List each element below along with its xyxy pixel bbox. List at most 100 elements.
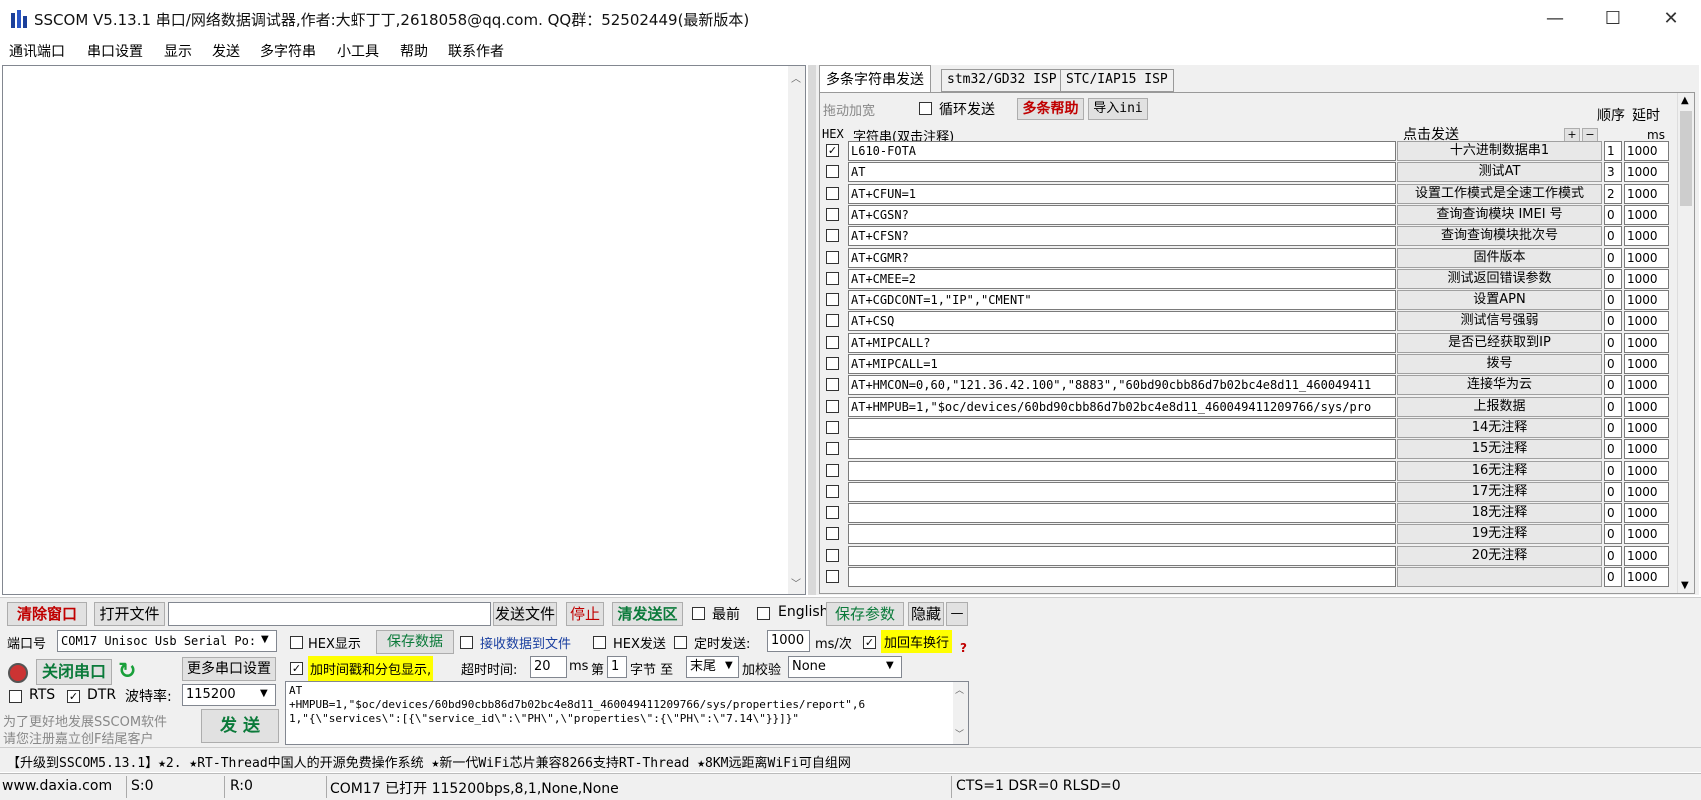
port-select[interactable]: COM17 Unisoc Usb Serial Po: xyxy=(57,630,277,652)
row-send-button[interactable]: 拨号 xyxy=(1397,354,1602,374)
row-hex-checkbox[interactable] xyxy=(826,570,839,583)
receive-area[interactable]: ︿ ﹀ xyxy=(2,65,806,595)
menu-item-contact[interactable]: 联系作者 xyxy=(448,41,504,61)
row-delay-input[interactable]: 1000 xyxy=(1624,311,1669,331)
chevron-down-icon[interactable]: ▼ xyxy=(260,688,268,699)
dtr-checkbox[interactable]: ✓ xyxy=(67,690,80,703)
row-hex-checkbox[interactable] xyxy=(826,251,839,264)
open-file-button[interactable]: 打开文件 xyxy=(94,602,165,626)
menu-item-multi-string[interactable]: 多字符串 xyxy=(260,41,316,61)
multi-help-button[interactable]: 多条帮助 xyxy=(1017,98,1084,120)
row-string-input[interactable] xyxy=(848,546,1396,566)
scroll-up-icon[interactable]: ︿ xyxy=(791,70,801,85)
row-string-input[interactable]: AT+MIPCALL? xyxy=(848,333,1396,353)
timed-send-checkbox[interactable] xyxy=(674,636,687,649)
row-send-button[interactable]: 测试信号强弱 xyxy=(1397,311,1602,331)
row-hex-checkbox[interactable] xyxy=(826,485,839,498)
row-send-button[interactable]: 设置APN xyxy=(1397,290,1602,310)
recv-to-file-checkbox[interactable] xyxy=(460,636,473,649)
add-crlf-checkbox[interactable]: ✓ xyxy=(863,636,876,649)
row-hex-checkbox[interactable] xyxy=(826,293,839,306)
row-order-input[interactable]: 0 xyxy=(1604,567,1622,587)
row-delay-input[interactable]: 1000 xyxy=(1624,439,1669,459)
row-order-input[interactable]: 0 xyxy=(1604,290,1622,310)
row-hex-checkbox[interactable] xyxy=(826,208,839,221)
row-hex-checkbox[interactable] xyxy=(826,336,839,349)
row-string-input[interactable] xyxy=(848,503,1396,523)
drag-widen-label[interactable]: 拖动加宽 xyxy=(823,100,875,119)
tab-stm32-isp[interactable]: stm32/GD32 ISP xyxy=(941,69,1063,92)
row-order-input[interactable]: 0 xyxy=(1604,354,1622,374)
row-string-input[interactable]: AT xyxy=(848,162,1396,182)
row-string-input[interactable]: AT+MIPCALL=1 xyxy=(848,354,1396,374)
save-params-button[interactable]: 保存参数 xyxy=(826,602,904,626)
row-string-input[interactable] xyxy=(848,418,1396,438)
menu-item-display[interactable]: 显示 xyxy=(164,41,192,61)
row-delay-input[interactable]: 1000 xyxy=(1624,461,1669,481)
row-order-input[interactable]: 0 xyxy=(1604,226,1622,246)
stop-button[interactable]: 停止 xyxy=(566,602,604,626)
topmost-checkbox[interactable] xyxy=(692,607,705,620)
send-file-button[interactable]: 发送文件 xyxy=(493,602,557,626)
row-order-input[interactable]: 0 xyxy=(1604,375,1622,395)
row-string-input[interactable]: AT+CGSN? xyxy=(848,205,1396,225)
row-hex-checkbox[interactable] xyxy=(826,229,839,242)
row-order-input[interactable]: 0 xyxy=(1604,546,1622,566)
promo-line-2[interactable]: 请您注册嘉立创F结尾客户 xyxy=(3,728,153,747)
row-hex-checkbox[interactable] xyxy=(826,527,839,540)
row-delay-input[interactable]: 1000 xyxy=(1624,205,1669,225)
help-question-icon[interactable]: ? xyxy=(960,641,967,655)
record-icon[interactable] xyxy=(8,663,28,683)
row-delay-input[interactable]: 1000 xyxy=(1624,482,1669,502)
row-send-button[interactable]: 查询查询模块 IMEI 号 xyxy=(1397,205,1602,225)
byte-index-input[interactable]: 1 xyxy=(607,656,627,678)
row-delay-input[interactable]: 1000 xyxy=(1624,354,1669,374)
row-order-input[interactable]: 0 xyxy=(1604,524,1622,544)
scroll-up-icon[interactable]: ︿ xyxy=(955,684,964,698)
rts-checkbox[interactable] xyxy=(9,690,22,703)
hide-button[interactable]: 隐藏 xyxy=(908,602,944,626)
collapse-button[interactable]: — xyxy=(946,602,968,626)
row-order-input[interactable]: 0 xyxy=(1604,311,1622,331)
row-hex-checkbox[interactable] xyxy=(826,400,839,413)
chevron-down-icon[interactable]: ▼ xyxy=(886,660,894,671)
row-string-input[interactable]: AT+HMPUB=1,"$oc/devices/60bd90cbb86d7b02… xyxy=(848,397,1396,417)
scroll-up-icon[interactable]: ▲ xyxy=(1681,95,1689,106)
row-order-input[interactable]: 3 xyxy=(1604,162,1622,182)
hex-send-checkbox[interactable] xyxy=(593,636,606,649)
scroll-thumb[interactable] xyxy=(1680,111,1692,206)
row-send-button[interactable]: 14无注释 xyxy=(1397,418,1602,438)
english-checkbox[interactable] xyxy=(757,607,770,620)
row-send-button[interactable] xyxy=(1397,567,1602,587)
row-hex-checkbox[interactable] xyxy=(826,549,839,562)
row-order-input[interactable]: 0 xyxy=(1604,333,1622,353)
row-order-input[interactable]: 0 xyxy=(1604,482,1622,502)
more-serial-settings-button[interactable]: 更多串口设置 xyxy=(182,657,276,681)
row-hex-checkbox[interactable]: ✓ xyxy=(826,144,839,157)
save-data-button[interactable]: 保存数据 xyxy=(376,630,454,654)
timestamp-checkbox[interactable]: ✓ xyxy=(290,662,303,675)
menu-item-serial-settings[interactable]: 串口设置 xyxy=(87,41,143,61)
row-delay-input[interactable]: 1000 xyxy=(1624,546,1669,566)
news-ticker[interactable]: 【升级到SSCOM5.13.1】★2. ★RT-Thread中国人的开源免费操作… xyxy=(0,747,1701,772)
row-string-input[interactable]: AT+CFSN? xyxy=(848,226,1396,246)
row-string-input[interactable]: AT+CGDCONT=1,"IP","CMENT" xyxy=(848,290,1396,310)
close-button[interactable]: ✕ xyxy=(1642,0,1700,38)
row-send-button[interactable]: 上报数据 xyxy=(1397,397,1602,417)
row-send-button[interactable]: 十六进制数据串1 xyxy=(1397,141,1602,161)
row-delay-input[interactable]: 1000 xyxy=(1624,141,1669,161)
row-send-button[interactable]: 连接华为云 xyxy=(1397,375,1602,395)
refresh-icon[interactable]: ↻ xyxy=(118,659,136,684)
row-send-button[interactable]: 测试AT xyxy=(1397,162,1602,182)
row-send-button[interactable]: 15无注释 xyxy=(1397,439,1602,459)
timeout-input[interactable]: 20 xyxy=(530,656,567,678)
loop-send-checkbox[interactable] xyxy=(919,102,932,115)
row-delay-input[interactable]: 1000 xyxy=(1624,375,1669,395)
row-string-input[interactable] xyxy=(848,567,1396,587)
row-string-input[interactable]: AT+CFUN=1 xyxy=(848,184,1396,204)
file-path-input[interactable] xyxy=(168,602,491,626)
row-order-input[interactable]: 0 xyxy=(1604,248,1622,268)
send-scrollbar[interactable]: ︿ ﹀ xyxy=(953,682,968,744)
menu-item-tools[interactable]: 小工具 xyxy=(337,41,379,61)
row-send-button[interactable]: 是否已经获取到IP xyxy=(1397,333,1602,353)
